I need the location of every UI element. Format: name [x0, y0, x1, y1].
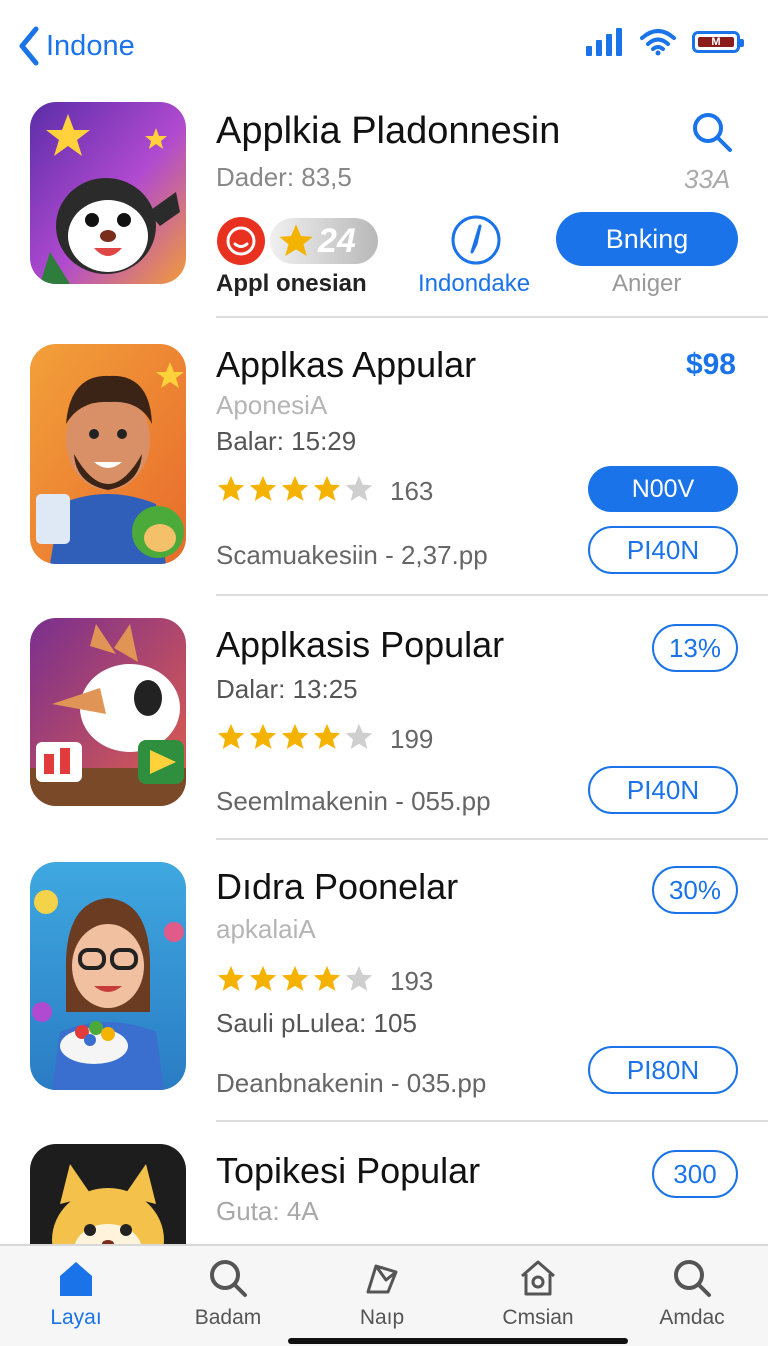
header-corner-value: 33A [684, 164, 731, 194]
star-empty-icon [345, 965, 373, 991]
star-empty-icon [345, 723, 373, 749]
chevron-left-icon [19, 26, 39, 66]
app-2-info: Dalar: 13:25 [216, 674, 358, 704]
app-1-title: Applkas Appular [216, 344, 477, 385]
star-icon [313, 475, 341, 501]
rating-badge-value: 24 [318, 221, 356, 260]
app-2-secondary-button[interactable]: PI40N [588, 766, 738, 814]
app-1-price: $98 [685, 348, 736, 381]
star-icon [313, 965, 341, 991]
app-icon-header[interactable] [30, 102, 186, 284]
tab-badam[interactable]: Badam [158, 1258, 298, 1330]
app-4-subtitle: Guta: 4A [216, 1196, 319, 1226]
battery-text: M [711, 36, 721, 48]
app-icon-1[interactable] [30, 344, 186, 564]
star-icon [281, 475, 309, 501]
divider [216, 316, 768, 318]
star-icon [279, 224, 313, 256]
header-middle-label[interactable]: Indondake [418, 270, 530, 298]
app-1-rating [216, 474, 374, 504]
app-3-subtitle: apkalaiA [216, 914, 316, 944]
compass-icon[interactable] [450, 214, 502, 266]
star-empty-icon [345, 475, 373, 501]
star-icon [217, 475, 245, 501]
battery-icon: M [692, 31, 744, 53]
app-2-footer: Seemlmakenin - 055.pp [216, 786, 491, 816]
header-action-button[interactable]: Bnking [556, 212, 738, 266]
app-1-reviews: 163 [390, 476, 434, 506]
tab-naip[interactable]: Naıp [312, 1258, 452, 1330]
tab-label: Cmsian [502, 1306, 574, 1329]
app-3-badge[interactable]: 30% [652, 866, 738, 914]
app-icon-3[interactable] [30, 862, 186, 1090]
app-1-subtitle: AponesiA [216, 390, 328, 420]
header-app-title: Applkia Pladonnesin [216, 110, 561, 152]
tab-label: Layaı [50, 1306, 102, 1329]
app-3-footer: Deanbnakenin - 035.pp [216, 1068, 487, 1098]
star-icon [249, 965, 277, 991]
app-2-title: Applkasis Popular [216, 624, 505, 665]
tab-cmsian[interactable]: Cmsian [468, 1258, 608, 1330]
header-left-label: Appl onesian [216, 270, 367, 297]
search-icon[interactable] [690, 110, 734, 154]
star-icon [217, 965, 245, 991]
star-icon [217, 723, 245, 749]
star-icon [249, 475, 277, 501]
star-icon [249, 723, 277, 749]
home-icon [60, 1262, 92, 1296]
app-2-reviews: 199 [390, 724, 434, 754]
app-2-rating [216, 722, 374, 752]
search-icon [210, 1260, 247, 1297]
app-2-badge[interactable]: 13% [652, 624, 738, 672]
app-1-info: Balar: 15:29 [216, 426, 357, 456]
header-app-dader: Dader: 83,5 [216, 162, 352, 192]
tab-bar: Layaı Badam Naıp Cmsian Amdac [0, 1244, 768, 1346]
app-3-reviews: 193 [390, 966, 434, 996]
divider [216, 594, 768, 596]
top-bar: Indone M [0, 0, 768, 90]
app-3-secondary-button[interactable]: PI80N [588, 1046, 738, 1094]
app-1-secondary-button[interactable]: PI40N [588, 526, 738, 574]
star-icon [313, 723, 341, 749]
home-indicator [288, 1338, 628, 1344]
wifi-icon [640, 29, 676, 56]
app-4-badge[interactable]: 300 [652, 1150, 738, 1198]
divider [216, 1120, 768, 1122]
tab-label: Badam [194, 1306, 262, 1329]
signal-icon [586, 28, 622, 56]
map-pin-icon [366, 1264, 398, 1294]
header-button-caption: Aniger [612, 270, 682, 297]
tab-layai[interactable]: Layaı [6, 1258, 146, 1330]
house-outline-icon [521, 1260, 555, 1296]
app-1-footer: Scamuakesiin - 2,37.pp [216, 540, 488, 570]
app-3-rating [216, 964, 374, 994]
search-icon [674, 1260, 711, 1297]
tab-label: Naıp [359, 1306, 405, 1329]
tab-label: Amdac [659, 1306, 725, 1329]
clock-badge-icon [217, 217, 265, 265]
status-icons: M [586, 28, 744, 56]
back-button[interactable]: Indone [18, 26, 135, 66]
divider [216, 838, 768, 840]
app-icon-2[interactable] [30, 618, 186, 806]
app-4-title: Topikesi Popular [216, 1150, 481, 1191]
tab-amdac[interactable]: Amdac [622, 1258, 762, 1330]
app-1-primary-button[interactable]: N00V [588, 466, 738, 512]
rating-badge: 24 [270, 218, 378, 264]
back-label[interactable]: Indone [46, 30, 135, 63]
star-icon [281, 965, 309, 991]
star-icon [281, 723, 309, 749]
app-3-title: Dıdra Poonelar [216, 866, 459, 907]
app-3-info: Sauli pLulea: 105 [216, 1008, 417, 1038]
